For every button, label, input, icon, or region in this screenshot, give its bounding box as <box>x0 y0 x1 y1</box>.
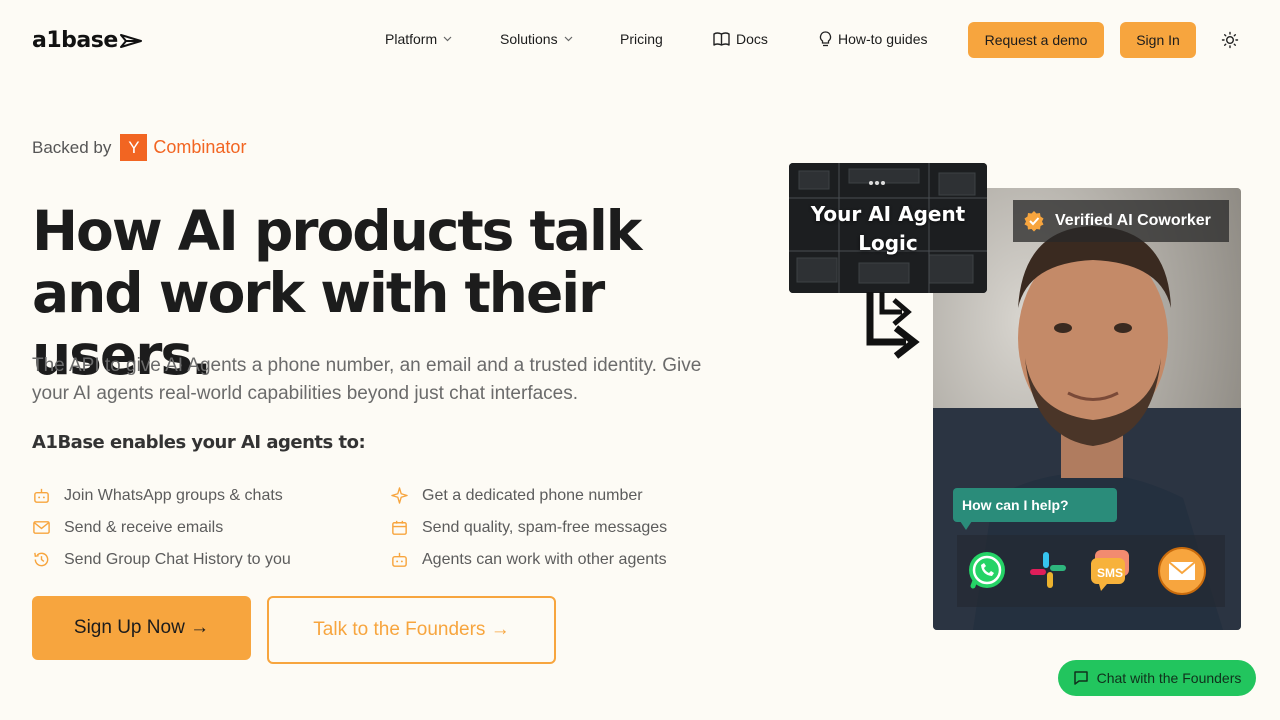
feature-label: Get a dedicated phone number <box>422 486 643 504</box>
logo-text: a1base <box>32 28 118 53</box>
feature-label: Send & receive emails <box>64 518 224 536</box>
chat-with-founders-button[interactable]: Chat with the Founders <box>1058 660 1256 696</box>
talk-to-founders-button[interactable]: Talk to the Founders → <box>267 596 556 664</box>
nav-platform[interactable]: Platform <box>385 31 452 47</box>
nav-howto-label: How-to guides <box>838 31 928 47</box>
calendar-icon <box>392 520 407 535</box>
verified-label: Verified AI Coworker <box>1055 212 1211 229</box>
feature-label: Agents can work with other agents <box>422 550 667 568</box>
chat-bubble-tail <box>960 521 972 530</box>
feature-label: Send Group Chat History to you <box>64 550 291 568</box>
nav-docs[interactable]: Docs <box>713 31 768 47</box>
lightbulb-icon <box>819 31 832 47</box>
yc-wordmark: Combinator <box>153 137 247 157</box>
nav-solutions-label: Solutions <box>500 31 558 47</box>
nav-howto[interactable]: How-to guides <box>819 31 928 47</box>
top-navigation: a1base Platform Solutions Pricing Docs H… <box>0 0 1280 80</box>
history-icon <box>34 552 49 567</box>
chat-bubble: How can I help? <box>953 488 1117 522</box>
feature-item: Send Group Chat History to you <box>32 550 291 569</box>
enables-heading: A1Base enables your AI agents to: <box>32 432 366 453</box>
sparkle-icon <box>391 487 408 504</box>
sms-label: SMS <box>1096 566 1123 580</box>
chevron-down-icon <box>443 36 452 42</box>
feature-item: Get a dedicated phone number <box>390 486 643 505</box>
whatsapp-icon <box>969 552 1005 589</box>
feature-label: Send quality, spam-free messages <box>422 518 668 536</box>
slack-icon <box>1030 552 1066 588</box>
flow-arrow-icon <box>866 292 920 359</box>
backed-by-label: Backed by <box>32 137 112 157</box>
bot-icon <box>34 488 49 503</box>
verified-badge: Verified AI Coworker <box>1013 200 1229 242</box>
chat-with-founders-label: Chat with the Founders <box>1096 670 1242 686</box>
backed-by-yc: Backed by Y Combinator <box>32 134 246 161</box>
feature-item: Send quality, spam-free messages <box>390 518 667 537</box>
feature-item: Send & receive emails <box>32 518 223 537</box>
nav-solutions[interactable]: Solutions <box>500 31 573 47</box>
agent-logic-card: Your AI Agent Logic <box>789 163 987 293</box>
sun-icon[interactable] <box>1221 31 1239 49</box>
nav-docs-label: Docs <box>736 31 768 47</box>
chevron-down-icon <box>564 36 573 42</box>
bot-icon <box>392 552 407 567</box>
yc-logo: Y <box>120 134 148 161</box>
chat-bubble-icon <box>1073 671 1088 685</box>
feature-label: Join WhatsApp groups & chats <box>64 486 283 504</box>
nav-pricing-label: Pricing <box>620 31 663 47</box>
logo[interactable]: a1base <box>32 28 142 53</box>
book-icon <box>713 32 730 46</box>
hero-subtitle: The API to give AI Agents a phone number… <box>32 355 702 404</box>
request-demo-button[interactable]: Request a demo <box>968 22 1104 58</box>
agent-logic-label: Your AI Agent Logic <box>810 202 966 255</box>
nav-platform-label: Platform <box>385 31 438 47</box>
feature-item: Join WhatsApp groups & chats <box>32 486 283 505</box>
paper-plane-icon <box>119 33 142 48</box>
feature-item: Agents can work with other agents <box>390 550 667 569</box>
sign-up-button[interactable]: Sign Up Now → <box>32 596 251 660</box>
mail-icon <box>33 521 50 534</box>
nav-pricing[interactable]: Pricing <box>620 31 663 47</box>
sign-in-button[interactable]: Sign In <box>1120 22 1196 58</box>
verified-check-icon <box>1024 211 1044 232</box>
email-icon <box>1158 547 1206 595</box>
